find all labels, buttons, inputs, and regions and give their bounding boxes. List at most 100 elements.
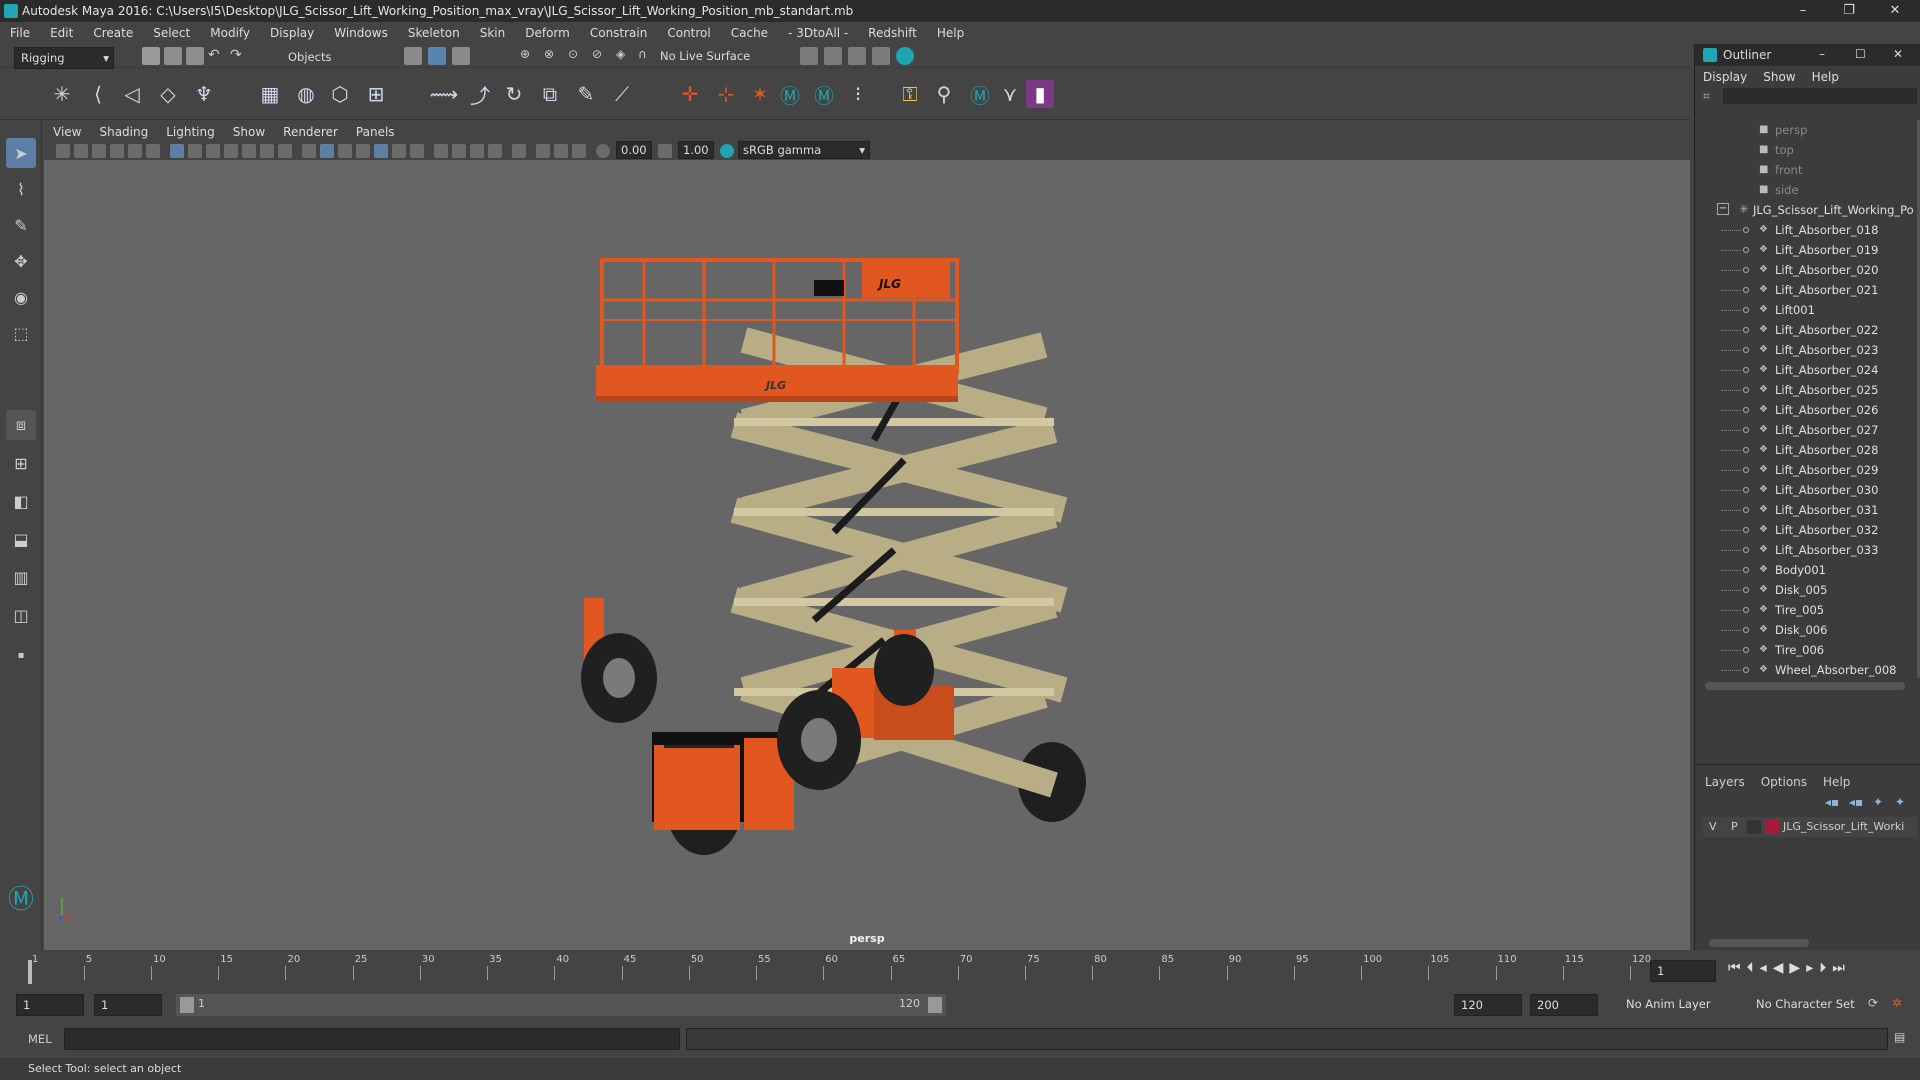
outliner-camera-persp[interactable]: ■ persp <box>1695 120 1915 140</box>
undo-icon[interactable]: ↶ <box>208 47 226 65</box>
menu-modify[interactable]: Modify <box>200 22 260 40</box>
point-constraint-icon[interactable]: ⊹ <box>712 80 740 108</box>
select-hierarchy-icon[interactable] <box>404 47 422 65</box>
menu-help[interactable]: Help <box>927 22 974 40</box>
screen-space-ao-icon[interactable] <box>434 144 448 158</box>
render-settings-icon[interactable] <box>872 47 890 65</box>
layer-type-toggle[interactable] <box>1747 820 1761 834</box>
redo-icon[interactable]: ↷ <box>230 47 248 65</box>
snap-grid-icon[interactable]: ⊕ <box>520 47 538 65</box>
film-gate-icon[interactable] <box>188 144 202 158</box>
go-to-end-icon[interactable]: ⏭ <box>1832 960 1851 976</box>
resolution-gate-icon[interactable] <box>206 144 220 158</box>
play-forward-icon[interactable]: ▶ <box>1789 960 1806 976</box>
auto-key-icon[interactable]: ⟳ <box>1868 996 1878 1010</box>
outliner-item[interactable]: ❖ Disk_005 <box>1695 580 1915 600</box>
outliner-item[interactable]: ❖ Lift_Absorber_029 <box>1695 460 1915 480</box>
lasso-tool-icon[interactable]: ⌇ <box>6 174 36 204</box>
2d-pan-zoom-icon[interactable] <box>128 144 142 158</box>
smooth-shade-icon[interactable] <box>320 144 334 158</box>
outliner-camera-front[interactable]: ■ front <box>1695 160 1915 180</box>
preferences-icon[interactable]: ✲ <box>1892 996 1902 1010</box>
play-backward-icon[interactable]: ◀ <box>1773 960 1790 976</box>
isolate-select-icon[interactable] <box>512 144 526 158</box>
grid-toggle-icon[interactable] <box>170 144 184 158</box>
ipr-render-icon[interactable] <box>848 47 866 65</box>
xray-components-icon[interactable] <box>572 144 586 158</box>
set-driven-key-icon[interactable]: ⚿ <box>896 80 924 108</box>
perspective-viewport[interactable]: JLG JLG persp <box>44 160 1690 950</box>
hik-icon[interactable]: Ⓜ <box>776 80 804 108</box>
outliner-minimize-button[interactable]: – <box>1819 47 1825 61</box>
snap-view-icon[interactable]: ⊘ <box>592 47 610 65</box>
filter-icon[interactable]: ⌗ <box>1703 89 1710 104</box>
layer-playback-toggle[interactable]: P <box>1731 820 1738 833</box>
menu-redshift[interactable]: Redshift <box>858 22 927 40</box>
outliner-item[interactable]: ❖ Lift_Absorber_027 <box>1695 420 1915 440</box>
range-right-handle[interactable] <box>928 997 942 1013</box>
outliner-item[interactable]: ❖ Tire_005 <box>1695 600 1915 620</box>
panel-menu-lighting[interactable]: Lighting <box>157 122 224 139</box>
menu-skeleton[interactable]: Skeleton <box>398 22 470 40</box>
safe-title-icon[interactable] <box>278 144 292 158</box>
gate-mask-icon[interactable] <box>224 144 238 158</box>
playback-start-field[interactable]: 1 <box>94 994 162 1016</box>
blend-shape-icon[interactable]: ⁝ <box>844 80 872 108</box>
skin-cluster-icon[interactable]: ⟋ <box>608 80 636 108</box>
outliner-item[interactable]: ❖ Lift001 <box>1695 300 1915 320</box>
image-plane-icon[interactable] <box>110 144 124 158</box>
grease-pencil-icon[interactable] <box>146 144 160 158</box>
ik-handle-icon[interactable]: ◁ <box>118 80 146 108</box>
persp-graph-layout-icon[interactable]: ⬓ <box>6 524 36 554</box>
motion-blur-icon[interactable] <box>452 144 466 158</box>
range-bar[interactable]: 1 120 <box>176 994 946 1016</box>
menuset-dropdown[interactable]: Rigging ▾ <box>14 47 114 69</box>
new-scene-icon[interactable] <box>142 47 160 65</box>
color-management-icon[interactable] <box>720 144 734 158</box>
layer-row[interactable]: V P JLG_Scissor_Lift_Worki <box>1703 817 1917 837</box>
layer-move-up-icon[interactable]: ◂▪ <box>1825 795 1839 809</box>
menu-deform[interactable]: Deform <box>515 22 580 40</box>
open-scene-icon[interactable] <box>164 47 182 65</box>
bookmark-icon[interactable] <box>92 144 106 158</box>
snap-point-icon[interactable]: ⊙ <box>568 47 586 65</box>
exposure-icon[interactable] <box>596 144 610 158</box>
new-layer-selected-icon[interactable]: ✦ <box>1895 795 1905 809</box>
anti-aliasing-icon[interactable] <box>470 144 484 158</box>
menu-display[interactable]: Display <box>260 22 324 40</box>
live-surface-label[interactable]: No Live Surface <box>660 49 750 63</box>
menu-constrain[interactable]: Constrain <box>580 22 658 40</box>
outliner-maximize-button[interactable]: ☐ <box>1855 47 1866 61</box>
outliner-item[interactable]: ❖ Lift_Absorber_032 <box>1695 520 1915 540</box>
step-back-key-icon[interactable]: ⏴ <box>1747 960 1760 976</box>
collapse-icon[interactable]: − <box>1717 203 1729 215</box>
playback-end-field[interactable]: 120 <box>1454 994 1522 1016</box>
layer-move-down-icon[interactable]: ◂▪ <box>1849 795 1863 809</box>
paint-weights-icon[interactable]: ✎ <box>572 80 600 108</box>
quick-rig-icon[interactable]: ♆ <box>190 80 218 108</box>
time-ruler[interactable]: 1 5 10 15 20 25 30 35 40 45 50 55 60 65 70 75 80 85 90 95 10… <box>30 954 1651 988</box>
lattice-icon[interactable]: ▦ <box>256 80 284 108</box>
persp-outliner-layout-icon[interactable]: ◧ <box>6 486 36 516</box>
layer-hscrollbar[interactable] <box>1709 939 1809 947</box>
anim-layer-dropdown[interactable]: No Anim Layer <box>1620 994 1740 1016</box>
menu-edit[interactable]: Edit <box>40 22 83 40</box>
outliner-menu-help[interactable]: Help <box>1804 66 1847 84</box>
new-layer-icon[interactable]: ✦ <box>1873 795 1883 809</box>
select-component-icon[interactable] <box>452 47 470 65</box>
outliner-item[interactable]: ❖ Lift_Absorber_018 <box>1695 220 1915 240</box>
wireframe-on-shaded-icon[interactable] <box>356 144 370 158</box>
snap-surface-icon[interactable]: ◈ <box>616 47 634 65</box>
paint-select-tool-icon[interactable]: ✎ <box>6 210 36 240</box>
safe-action-icon[interactable] <box>260 144 274 158</box>
parent-icon[interactable]: ⤴ <box>466 80 494 108</box>
panel-menu-view[interactable]: View <box>44 122 90 139</box>
outliner-search-input[interactable] <box>1723 88 1917 104</box>
custom-layout-icon[interactable]: ▪ <box>6 640 36 670</box>
panel-menu-shading[interactable]: Shading <box>90 122 157 139</box>
outliner-menu-show[interactable]: Show <box>1755 66 1803 84</box>
four-view-layout-icon[interactable]: ⊞ <box>6 448 36 478</box>
insert-joint-icon[interactable]: ⟨ <box>84 80 112 108</box>
outliner-item[interactable]: ❖ Lift_Absorber_024 <box>1695 360 1915 380</box>
go-to-start-icon[interactable]: ⏮ <box>1728 960 1747 976</box>
